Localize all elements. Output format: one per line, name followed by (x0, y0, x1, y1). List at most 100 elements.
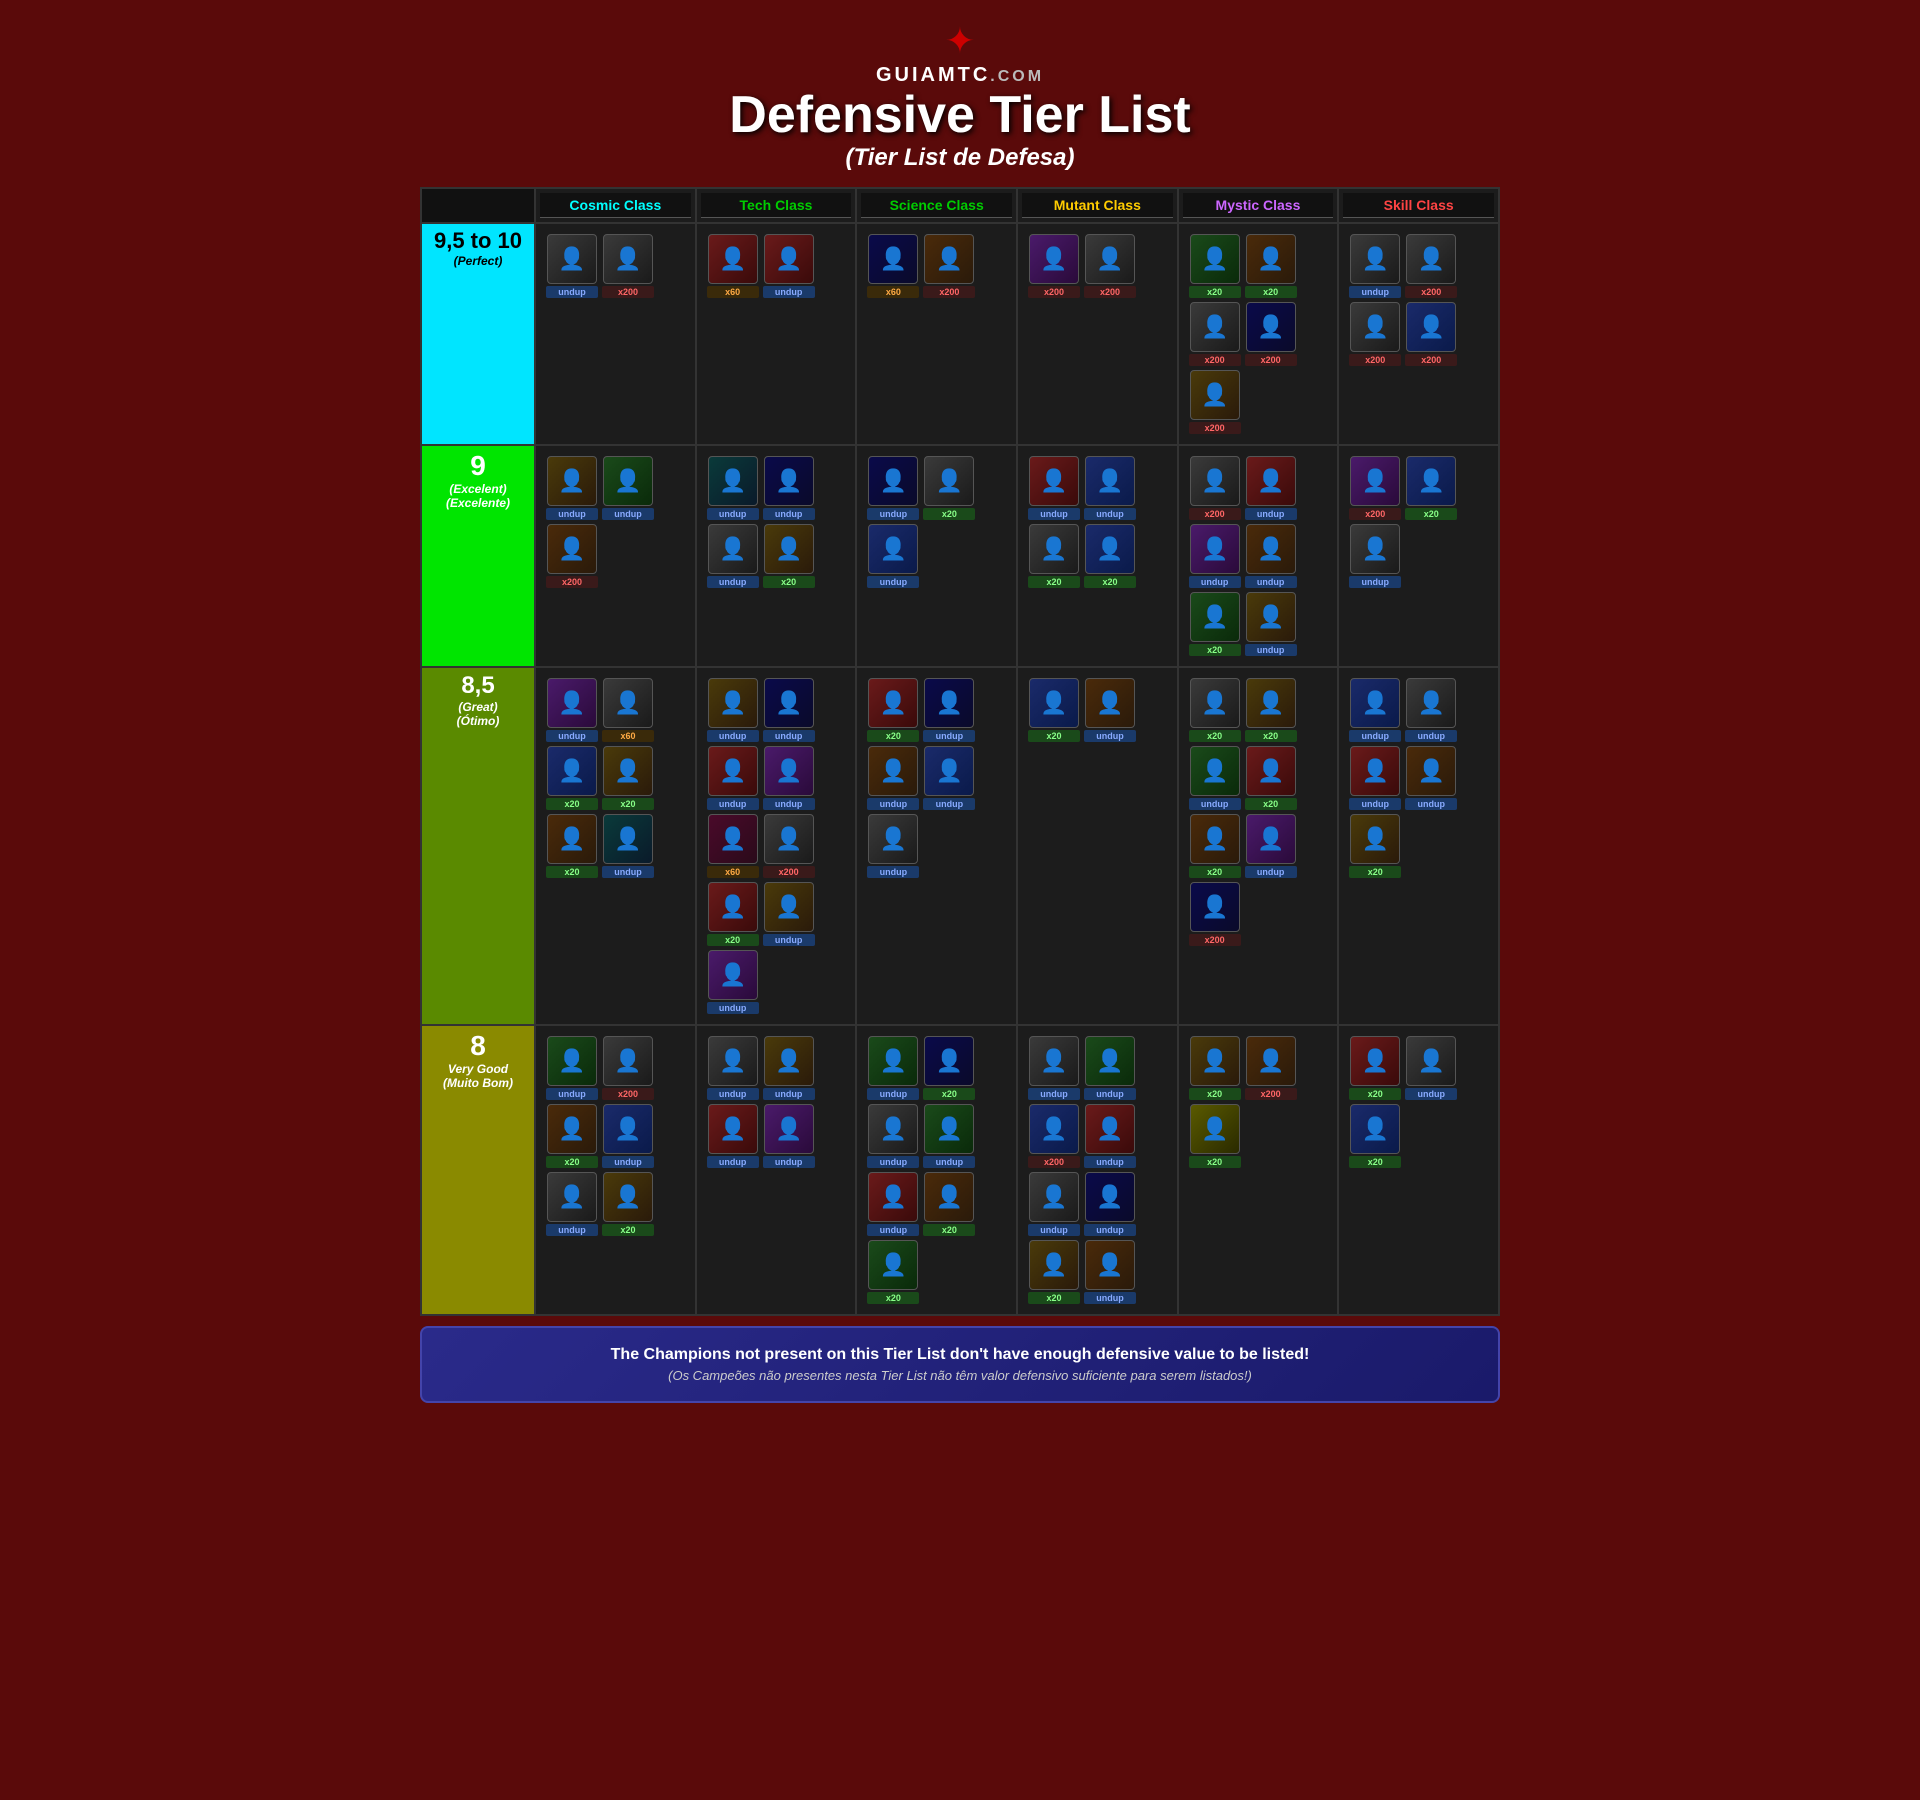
champ-grt-tec-6: 👤 x200 (763, 814, 815, 878)
champ-vg-mut-1: 👤 undup (1028, 1036, 1080, 1100)
champ-vg-mut-3: 👤 x200 (1028, 1104, 1080, 1168)
champ-vg-cos-1: 👤 undup (546, 1036, 598, 1100)
champion-skill-2: 👤 x200 (1405, 234, 1457, 298)
champ-grt-mut-2: 👤 undup (1084, 678, 1136, 742)
tier-verygood-science: 👤 undup 👤 x20 👤 undup 👤 undup (856, 1025, 1017, 1315)
tier-excellent-skill: 👤 x200 👤 x20 👤 undup (1338, 445, 1499, 667)
class-header-row: Cosmic Class Tech Class Science Class Mu… (421, 188, 1499, 223)
tier-great-cosmic: 👤 undup 👤 x60 👤 x20 👤 x20 (535, 667, 696, 1025)
champ-grt-tec-1: 👤 undup (707, 678, 759, 742)
champ-exc-cosmic-1: 👤 undup (546, 456, 598, 520)
champ-vg-cos-6: 👤 x20 (602, 1172, 654, 1236)
champ-exc-cosmic-3: 👤 x200 (546, 524, 598, 588)
champ-exc-mys-6: 👤 undup (1245, 592, 1297, 656)
champ-vg-sci-6: 👤 x20 (923, 1172, 975, 1236)
champ-vg-sci-3: 👤 undup (867, 1104, 919, 1168)
champion-skill-1: 👤 undup (1349, 234, 1401, 298)
champion-cosmic-2: 👤 x200 (602, 234, 654, 298)
champ-grt-tec-8: 👤 undup (763, 882, 815, 946)
champion-tech-2: 👤 undup (763, 234, 815, 298)
champ-grt-mys-4: 👤 x20 (1245, 746, 1297, 810)
tier-verygood-tech: 👤 undup 👤 undup 👤 undup 👤 undup (696, 1025, 857, 1315)
champ-vg-sci-7: 👤 x20 (867, 1240, 919, 1304)
tier-row-excellent: 9 (Excelent)(Excelente) 👤 undup 👤 undup … (421, 445, 1499, 667)
tier-perfect-mutant: 👤 x200 👤 x200 (1017, 223, 1178, 445)
champ-vg-tec-3: 👤 undup (707, 1104, 759, 1168)
champ-exc-tech-1: 👤 undup (707, 456, 759, 520)
champ-grt-cos-3: 👤 x20 (546, 746, 598, 810)
tier-label-verygood: 8 Very Good(Muito Bom) (421, 1025, 535, 1315)
champ-exc-mut-4: 👤 x20 (1084, 524, 1136, 588)
tier-verygood-skill: 👤 x20 👤 undup 👤 x20 (1338, 1025, 1499, 1315)
champ-exc-mut-3: 👤 x20 (1028, 524, 1080, 588)
champ-exc-sci-2: 👤 x20 (923, 456, 975, 520)
champ-exc-mys-3: 👤 undup (1189, 524, 1241, 588)
tier-row-verygood: 8 Very Good(Muito Bom) 👤 undup 👤 x200 👤 (421, 1025, 1499, 1315)
champ-grt-tec-2: 👤 undup (763, 678, 815, 742)
footer-note: The Champions not present on this Tier L… (420, 1326, 1500, 1403)
champion-mutant-1: 👤 x200 (1028, 234, 1080, 298)
champ-grt-cos-2: 👤 x60 (602, 678, 654, 742)
tier-perfect-skill: 👤 undup 👤 x200 👤 x200 👤 x200 (1338, 223, 1499, 445)
champ-vg-sci-4: 👤 undup (923, 1104, 975, 1168)
champ-vg-mut-5: 👤 undup (1028, 1172, 1080, 1236)
champ-vg-mut-8: 👤 undup (1084, 1240, 1136, 1304)
champ-grt-sci-3: 👤 undup (867, 746, 919, 810)
champ-vg-mut-7: 👤 x20 (1028, 1240, 1080, 1304)
tier-excellent-mutant: 👤 undup 👤 undup 👤 x20 👤 x20 (1017, 445, 1178, 667)
champ-grt-mys-5: 👤 x20 (1189, 814, 1241, 878)
tier-table: Cosmic Class Tech Class Science Class Mu… (420, 187, 1500, 1316)
champ-vg-mys-1: 👤 x20 (1189, 1036, 1241, 1100)
champ-exc-mys-5: 👤 x20 (1189, 592, 1241, 656)
champ-exc-mut-1: 👤 undup (1028, 456, 1080, 520)
champion-cosmic-1: 👤 undup (546, 234, 598, 298)
footer-main-text: The Champions not present on this Tier L… (440, 1346, 1480, 1364)
champ-exc-ski-2: 👤 x20 (1405, 456, 1457, 520)
tier-great-tech: 👤 undup 👤 undup 👤 undup 👤 undup (696, 667, 857, 1025)
class-header-mystic: Mystic Class (1178, 188, 1339, 223)
tier-great-mutant: 👤 x20 👤 undup (1017, 667, 1178, 1025)
main-title: Defensive Tier List (420, 87, 1500, 144)
tier-row-great: 8,5 (Great)(Ótimo) 👤 undup 👤 x60 👤 (421, 667, 1499, 1025)
tier-excellent-mystic: 👤 x200 👤 undup 👤 undup 👤 undup (1178, 445, 1339, 667)
tier-verygood-cosmic: 👤 undup 👤 x200 👤 x20 👤 undup (535, 1025, 696, 1315)
champ-grt-cos-5: 👤 x20 (546, 814, 598, 878)
logo-icon: ✦ (420, 20, 1500, 62)
tier-excellent-cosmic: 👤 undup 👤 undup 👤 x200 (535, 445, 696, 667)
tier-verygood-mutant: 👤 undup 👤 undup 👤 x200 👤 undup (1017, 1025, 1178, 1315)
champ-exc-sci-3: 👤 undup (867, 524, 919, 588)
tier-label-excellent: 9 (Excelent)(Excelente) (421, 445, 535, 667)
tier-label-great: 8,5 (Great)(Ótimo) (421, 667, 535, 1025)
champ-exc-mys-4: 👤 undup (1245, 524, 1297, 588)
champ-grt-sci-4: 👤 undup (923, 746, 975, 810)
champ-grt-sci-5: 👤 undup (867, 814, 919, 878)
champ-exc-cosmic-2: 👤 undup (602, 456, 654, 520)
champ-vg-mut-4: 👤 undup (1084, 1104, 1136, 1168)
tier-perfect-science: 👤 x60 👤 x200 (856, 223, 1017, 445)
champ-vg-cos-3: 👤 x20 (546, 1104, 598, 1168)
tier-great-skill: 👤 undup 👤 undup 👤 undup 👤 undup (1338, 667, 1499, 1025)
champ-grt-tec-4: 👤 undup (763, 746, 815, 810)
sub-title: (Tier List de Defesa) (420, 144, 1500, 172)
champ-grt-cos-1: 👤 undup (546, 678, 598, 742)
champ-vg-sci-1: 👤 undup (867, 1036, 919, 1100)
tier-label-perfect: 9,5 to 10 (Perfect) (421, 223, 535, 445)
champ-grt-tec-7: 👤 x20 (707, 882, 759, 946)
class-header-tech: Tech Class (696, 188, 857, 223)
champ-vg-mut-6: 👤 undup (1084, 1172, 1136, 1236)
champ-vg-cos-2: 👤 x200 (602, 1036, 654, 1100)
tier-perfect-tech: 👤 x60 👤 undup (696, 223, 857, 445)
champ-exc-ski-1: 👤 x200 (1349, 456, 1401, 520)
champ-vg-tec-4: 👤 undup (763, 1104, 815, 1168)
site-name: GuiaMTC.com (420, 64, 1500, 87)
champ-grt-mys-6: 👤 undup (1245, 814, 1297, 878)
champ-vg-mut-2: 👤 undup (1084, 1036, 1136, 1100)
champ-vg-mys-2: 👤 x200 (1245, 1036, 1297, 1100)
champ-grt-ski-2: 👤 undup (1405, 678, 1457, 742)
champ-exc-mys-2: 👤 undup (1245, 456, 1297, 520)
champ-grt-ski-5: 👤 x20 (1349, 814, 1401, 878)
champ-grt-cos-4: 👤 x20 (602, 746, 654, 810)
champ-grt-ski-4: 👤 undup (1405, 746, 1457, 810)
champ-exc-tech-4: 👤 x20 (763, 524, 815, 588)
champ-grt-ski-1: 👤 undup (1349, 678, 1401, 742)
